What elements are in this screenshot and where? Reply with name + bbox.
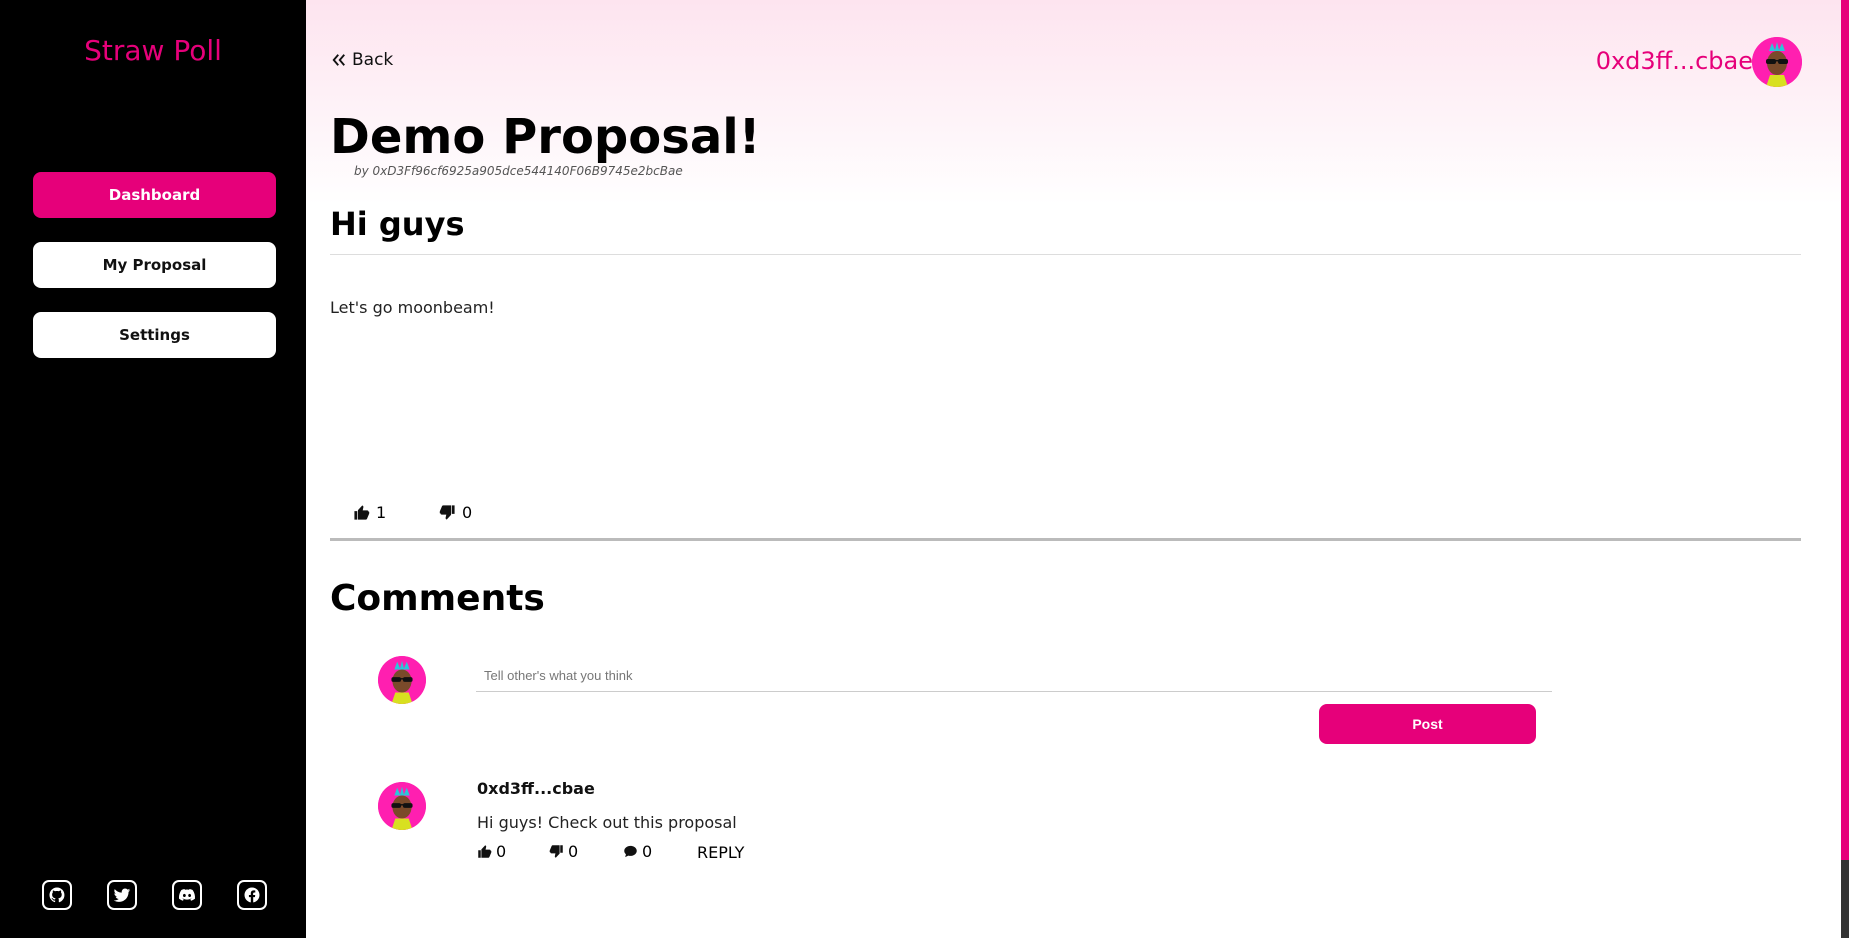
brand-logo[interactable]: Straw Poll <box>0 34 306 67</box>
comment-replies-count: 0 <box>642 842 653 861</box>
comment-dislike-count: 0 <box>568 842 579 861</box>
proposal-author: by 0xD3Ff96cf6925a905dce544140F06B9745e2… <box>354 164 683 178</box>
proposal-subtitle: Hi guys <box>330 205 465 243</box>
discord-icon[interactable] <box>172 880 202 910</box>
downvote-button[interactable]: 0 <box>439 503 472 522</box>
thumbs-down-icon <box>549 845 563 858</box>
nav-settings-button[interactable]: Settings <box>33 312 276 358</box>
main-content: Back 0xd3ff...cbae Demo Proposal! by 0xD… <box>306 0 1841 938</box>
downvote-count: 0 <box>462 503 473 522</box>
thumbs-up-icon <box>478 845 492 858</box>
divider-thick <box>330 538 1801 541</box>
proposal-body: Let's go moonbeam! <box>330 298 495 317</box>
divider <box>330 254 1801 255</box>
comments-heading: Comments <box>330 578 545 619</box>
upvote-button[interactable]: 1 <box>353 503 386 522</box>
back-button[interactable]: Back <box>330 50 393 70</box>
account-address[interactable]: 0xd3ff...cbae <box>1596 47 1753 75</box>
nav-dashboard-button[interactable]: Dashboard <box>33 172 276 218</box>
upvote-count: 1 <box>376 503 387 522</box>
reply-button[interactable]: REPLY <box>697 843 744 862</box>
user-avatar[interactable] <box>1752 37 1802 87</box>
nav-my-proposal-label: My Proposal <box>102 256 207 274</box>
comment-author[interactable]: 0xd3ff...cbae <box>477 779 595 798</box>
comment-like-count: 0 <box>496 842 507 861</box>
comment-author-avatar[interactable] <box>378 782 426 830</box>
comment-replies-button[interactable]: 0 <box>623 842 652 861</box>
comment-like-button[interactable]: 0 <box>477 842 506 861</box>
proposal-title: Demo Proposal! <box>330 109 761 165</box>
nav-my-proposal-button[interactable]: My Proposal <box>33 242 276 288</box>
sidebar: Straw Poll Dashboard My Proposal Setting… <box>0 0 306 938</box>
nav-dashboard-label: Dashboard <box>108 186 201 204</box>
comment-text: Hi guys! Check out this proposal <box>477 813 737 832</box>
thumbs-down-icon <box>439 505 455 520</box>
post-button[interactable]: Post <box>1319 704 1536 744</box>
back-label: Back <box>352 50 394 70</box>
comment-input[interactable] <box>476 660 1552 692</box>
speech-bubble-icon <box>624 845 637 858</box>
scrollbar-thumb[interactable] <box>1841 860 1849 938</box>
github-icon[interactable] <box>42 880 72 910</box>
double-chevron-left-icon <box>332 54 345 66</box>
twitter-icon[interactable] <box>107 880 137 910</box>
commenter-avatar <box>378 656 426 704</box>
scroll-edge <box>1841 0 1849 860</box>
thumbs-up-icon <box>354 505 370 520</box>
nav-settings-label: Settings <box>119 326 190 344</box>
comment-dislike-button[interactable]: 0 <box>549 842 578 861</box>
facebook-icon[interactable] <box>237 880 267 910</box>
